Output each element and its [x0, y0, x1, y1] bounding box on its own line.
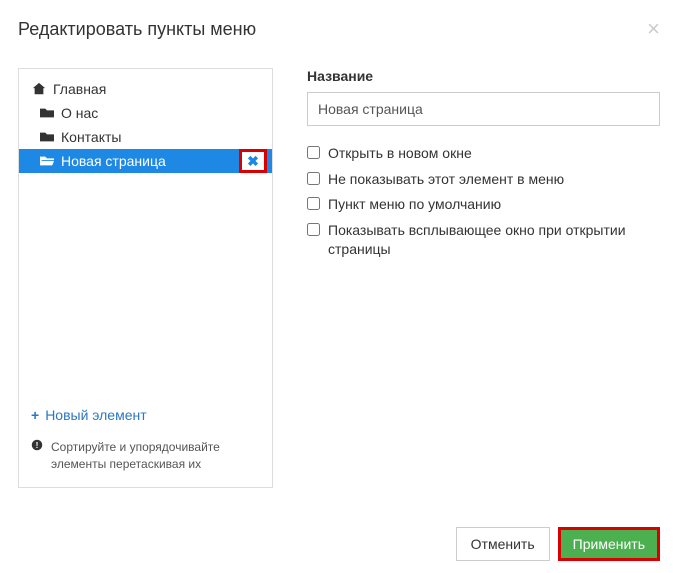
- option-new-window[interactable]: Открыть в новом окне: [307, 144, 660, 164]
- option-label: Открыть в новом окне: [328, 144, 472, 164]
- menu-tree-panel: Главная О нас Контакты: [18, 68, 273, 488]
- plus-icon: +: [31, 407, 39, 423]
- add-element-label: Новый элемент: [45, 407, 146, 423]
- option-popup[interactable]: Показывать всплывающее окно при открытии…: [307, 221, 660, 260]
- option-label: Не показывать этот элемент в меню: [328, 170, 564, 190]
- item-form: Название Открыть в новом окне Не показыв…: [307, 68, 660, 488]
- folder-icon: [39, 105, 55, 121]
- checkbox-default[interactable]: [307, 197, 320, 210]
- name-input[interactable]: [307, 92, 660, 126]
- tree-item-home[interactable]: Главная: [19, 77, 272, 101]
- option-label: Пункт меню по умолчанию: [328, 195, 501, 215]
- cancel-button[interactable]: Отменить: [456, 527, 550, 561]
- add-element-button[interactable]: + Новый элемент: [19, 399, 272, 431]
- tree-item-label: Контакты: [61, 129, 121, 145]
- option-label: Показывать всплывающее окно при открытии…: [328, 221, 660, 260]
- tree-item-label: Новая страница: [61, 153, 166, 169]
- svg-text:!: !: [36, 441, 39, 450]
- tree-item-contacts[interactable]: Контакты: [19, 125, 272, 149]
- menu-tree: Главная О нас Контакты: [19, 69, 272, 399]
- folder-icon: [39, 129, 55, 145]
- checkbox-hide-item[interactable]: [307, 172, 320, 185]
- sort-hint: ! Сортируйте и упорядочивайте элементы п…: [19, 431, 272, 487]
- option-hide-item[interactable]: Не показывать этот элемент в меню: [307, 170, 660, 190]
- modal-title: Редактировать пункты меню: [18, 19, 256, 40]
- edit-menu-modal: Редактировать пункты меню × Главная О на…: [0, 0, 678, 506]
- checkbox-popup[interactable]: [307, 223, 320, 236]
- delete-icon: ✖: [247, 153, 259, 170]
- tree-item-label: О нас: [61, 105, 98, 121]
- sort-hint-text: Сортируйте и упорядочивайте элементы пер…: [51, 439, 260, 473]
- tree-item-about[interactable]: О нас: [19, 101, 272, 125]
- name-label: Название: [307, 68, 660, 84]
- tree-item-new-page[interactable]: Новая страница ✖: [19, 149, 272, 173]
- modal-header: Редактировать пункты меню ×: [0, 0, 678, 50]
- modal-footer: Отменить Применить: [456, 527, 660, 561]
- info-icon: !: [31, 439, 45, 453]
- close-icon[interactable]: ×: [647, 18, 660, 40]
- delete-item-button[interactable]: ✖: [239, 149, 267, 173]
- home-icon: [31, 81, 47, 97]
- modal-body: Главная О нас Контакты: [0, 50, 678, 506]
- tree-item-label: Главная: [53, 81, 106, 97]
- folder-open-icon: [39, 153, 55, 169]
- checkbox-new-window[interactable]: [307, 146, 320, 159]
- option-default[interactable]: Пункт меню по умолчанию: [307, 195, 660, 215]
- apply-button[interactable]: Применить: [558, 527, 660, 561]
